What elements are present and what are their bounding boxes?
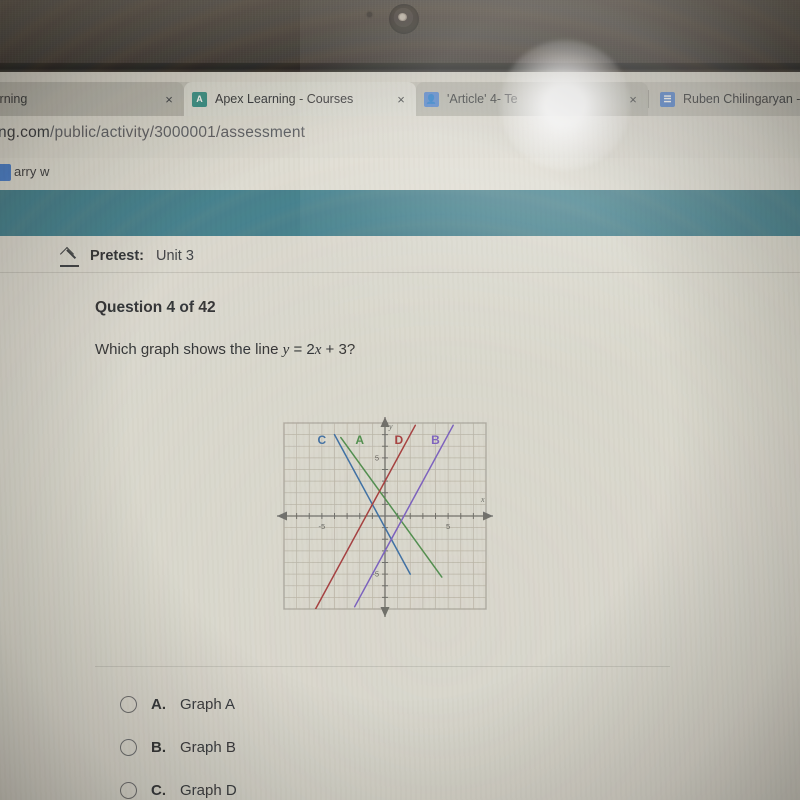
browser-tab-3[interactable]: ☰ Ruben Chilingaryan - [652, 82, 800, 116]
x-tick-label: 5 [446, 522, 450, 531]
radio-button[interactable] [120, 696, 137, 713]
unit-label: Unit 3 [156, 248, 194, 264]
tab-title: 'Article' 4- Te [447, 92, 518, 106]
close-icon[interactable]: × [394, 92, 408, 107]
close-icon[interactable]: × [626, 92, 640, 107]
bookmark-favicon [0, 164, 11, 181]
graph-label-b: B [431, 433, 440, 447]
prompt-prefix: Which graph shows the line [95, 341, 283, 358]
microphone-hole [367, 12, 372, 17]
option-text: Graph A [180, 696, 236, 713]
answer-option-c[interactable]: C. Graph D [120, 782, 237, 799]
prompt-tail: + 3? [321, 341, 356, 358]
address-bar-url[interactable]: ng.com/public/activity/3000001/assessmen… [0, 124, 305, 142]
bookmarks-bar [0, 158, 800, 190]
url-path: /public/activity/3000001/assessment [50, 124, 306, 141]
option-letter: B. [151, 739, 166, 756]
graph-figure: -5 5 5 -5 C A D B x y [276, 417, 494, 617]
y-tick-label: 5 [375, 453, 379, 462]
docs-list-favicon: ☰ [660, 91, 675, 107]
y-axis-label: y [388, 422, 393, 431]
prompt-eq: = 2 [289, 341, 315, 358]
photo-of-laptop-screen: ex Learning × A Apex Learning - Courses … [0, 0, 800, 800]
radio-button[interactable] [120, 739, 137, 756]
question-number: Question 4 of 42 [95, 299, 216, 316]
screen-area: ex Learning × A Apex Learning - Courses … [0, 72, 800, 800]
url-domain: ng.com [0, 124, 51, 141]
tab-title: Ruben Chilingaryan - [683, 92, 800, 106]
pretest-label: Pretest: [90, 248, 144, 264]
answer-option-b[interactable]: B. Graph B [120, 739, 236, 756]
graph-label-a: A [355, 433, 364, 447]
answer-option-a[interactable]: A. Graph A [120, 696, 235, 713]
y-tick-label: -5 [372, 570, 379, 579]
option-text: Graph D [180, 782, 237, 799]
webcam-glint [398, 13, 407, 21]
header-divider [0, 272, 800, 273]
back-arrow-icon[interactable] [60, 248, 78, 264]
browser-tab-strip: ex Learning × A Apex Learning - Courses … [0, 82, 800, 116]
browser-tab-1[interactable]: A Apex Learning - Courses × [184, 82, 416, 116]
bezel-bottom-edge [0, 63, 800, 72]
close-icon[interactable]: × [162, 92, 176, 107]
apex-app-header [0, 190, 800, 236]
browser-tab-2[interactable]: 👤 'Article' 4- Te × [416, 82, 648, 116]
options-divider [95, 666, 670, 667]
radio-button[interactable] [120, 782, 137, 799]
option-text: Graph B [180, 739, 236, 756]
breadcrumb[interactable]: Pretest: Unit 3 [60, 248, 194, 264]
question-prompt: Which graph shows the line y = 2x + 3? [95, 341, 355, 359]
coordinate-plane-graph: -5 5 5 -5 C A D B x y [276, 417, 494, 617]
bookmark-label[interactable]: arry w [14, 164, 49, 179]
browser-tab-0[interactable]: ex Learning × [0, 82, 184, 116]
assessment-page: Pretest: Unit 3 Question 4 of 42 Which g… [0, 236, 800, 800]
tab-title: ex Learning [0, 92, 28, 106]
option-letter: A. [151, 696, 166, 713]
back-arrow-underline [60, 265, 79, 267]
x-axis-label: x [480, 495, 485, 504]
docs-favicon: 👤 [424, 91, 439, 107]
graph-label-d: D [395, 433, 404, 447]
x-tick-label: -5 [319, 522, 326, 531]
option-letter: C. [151, 782, 166, 799]
apex-favicon: A [192, 91, 207, 107]
graph-label-c: C [318, 433, 327, 447]
tab-title: Apex Learning - Courses [215, 92, 354, 106]
tab-divider [648, 90, 649, 108]
